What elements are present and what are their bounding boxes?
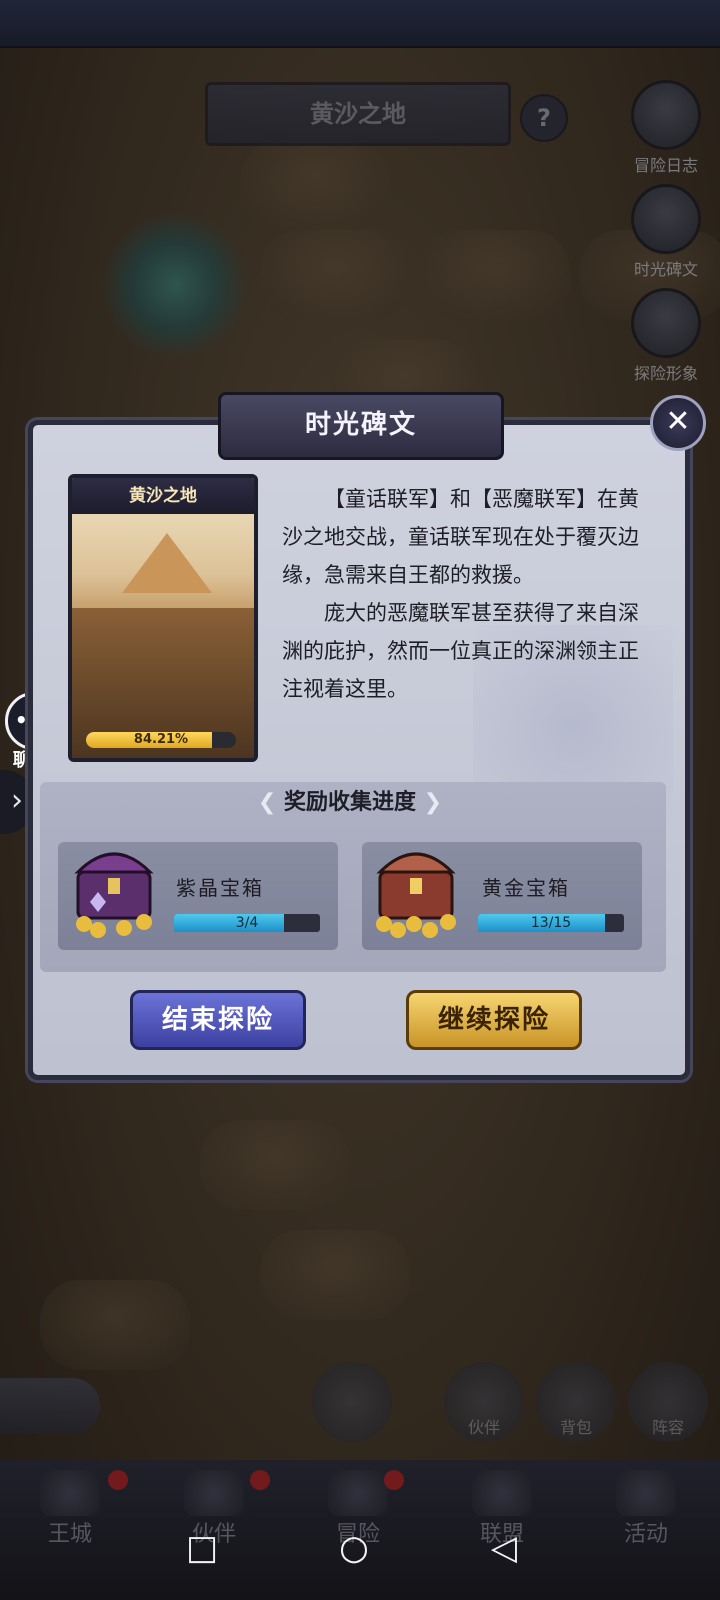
chest-name: 黄金宝箱 xyxy=(482,876,570,900)
chest-name: 紫晶宝箱 xyxy=(176,876,264,900)
region-card: 黄沙之地 84.21% xyxy=(68,474,258,762)
story-paragraph: 庞大的恶魔联军甚至获得了来自深渊的庇护，然而一位真正的深渊领主正注视着这里。 xyxy=(282,601,639,701)
chest-progress-text: 13/15 xyxy=(530,915,572,931)
system-nav-bar: □ ○ ◁ xyxy=(0,1500,720,1600)
home-icon[interactable]: ○ xyxy=(334,1528,374,1568)
reward-title-text: 奖励收集进度 xyxy=(283,790,416,815)
end-exploration-button[interactable]: 结束探险 xyxy=(130,990,306,1050)
gold-chest-icon xyxy=(366,832,466,938)
pyramid-illustration xyxy=(122,533,212,593)
back-icon[interactable]: ◁ xyxy=(484,1528,524,1568)
region-progress-text: 84.21% xyxy=(133,732,189,747)
continue-exploration-button[interactable]: 继续探险 xyxy=(406,990,582,1050)
region-progress-bar: 84.21% xyxy=(86,732,236,748)
chest-progress-bar: 13/15 xyxy=(478,914,624,932)
region-card-title: 黄沙之地 xyxy=(72,478,254,514)
story-paragraph: 【童话联军】和【恶魔联军】在黄沙之地交战，童话联军现在处于覆灭边缘，急需来自王都… xyxy=(282,487,639,587)
story-text: 【童话联军】和【恶魔联军】在黄沙之地交战，童话联军现在处于覆灭边缘，急需来自王都… xyxy=(282,480,652,708)
reward-section-title: ❮ 奖励收集进度 ❯ xyxy=(220,786,480,820)
chevron-left-icon: ❮ xyxy=(257,790,284,815)
chevron-right-icon: ❯ xyxy=(423,790,443,815)
close-button[interactable]: ✕ xyxy=(650,395,706,451)
chest-progress-bar: 3/4 xyxy=(174,914,320,932)
dialog-title: 时光碑文 xyxy=(218,392,504,460)
chest-progress-text: 3/4 xyxy=(235,915,259,931)
recent-apps-icon[interactable]: □ xyxy=(182,1528,222,1568)
amethyst-chest-icon xyxy=(64,832,164,938)
